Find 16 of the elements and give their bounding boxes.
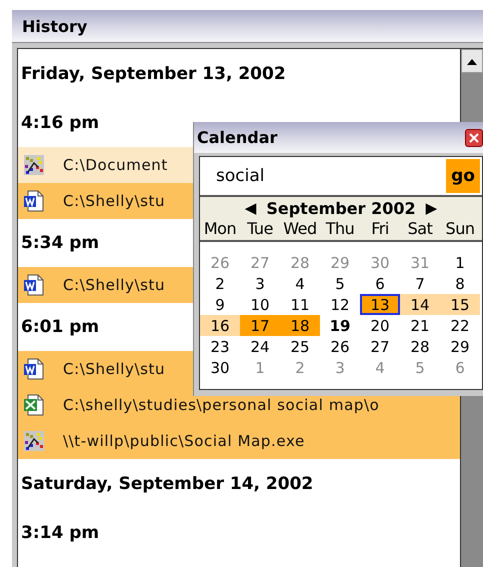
weekday-label: Wed	[282, 219, 318, 240]
weekday-label: Tue	[246, 219, 274, 240]
weekday-label: Thu	[324, 219, 356, 240]
weekday-label: Sun	[444, 219, 476, 240]
time-heading: 3:14 pm	[20, 522, 100, 545]
weekday-label: Sat	[406, 219, 434, 240]
weekday-label: Fri	[370, 219, 390, 240]
date-heading: Saturday, September 14, 2002	[20, 473, 314, 496]
window-title: Calendar	[197, 128, 278, 147]
date-heading: Friday, September 13, 2002	[20, 63, 286, 86]
weekday-label: Mon	[202, 219, 238, 240]
month-label: September 2002	[266, 198, 416, 218]
time-heading: 6:01 pm	[20, 316, 100, 339]
window-title: History	[12, 10, 483, 43]
time-heading: 5:34 pm	[20, 232, 100, 255]
time-heading: 4:16 pm	[20, 112, 100, 135]
